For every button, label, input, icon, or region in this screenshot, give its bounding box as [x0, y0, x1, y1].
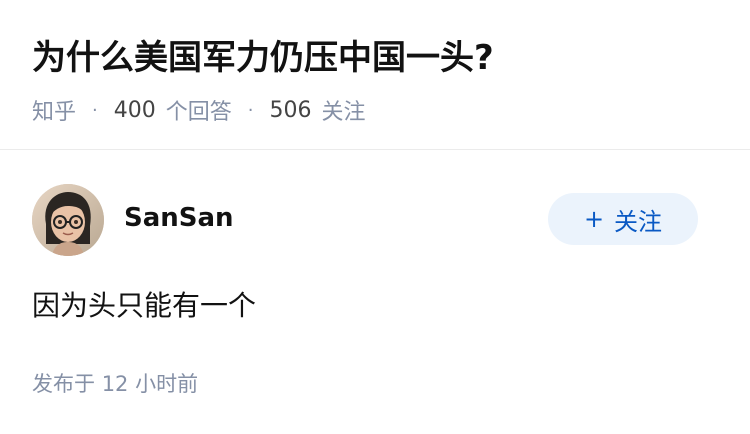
- question-meta: 知乎 · 400 个回答 · 506 关注: [32, 95, 366, 126]
- time-value: 12 小时前: [101, 372, 199, 396]
- question-header: 为什么美国军力仍压中国一头? 知乎 · 400 个回答 · 506 关注: [0, 0, 750, 150]
- author-name[interactable]: SanSan: [124, 201, 234, 235]
- answer-time: 发布于 12 小时前: [32, 370, 198, 398]
- answer-card: SanSan + 关注 因为头只能有一个 发布于 12 小时前: [0, 151, 750, 434]
- avatar-image: [32, 184, 104, 256]
- follower-count: 506: [269, 97, 312, 123]
- plus-icon: +: [583, 205, 605, 233]
- answer-content[interactable]: 因为头只能有一个: [32, 288, 256, 324]
- answer-count: 400: [113, 97, 156, 123]
- follow-button-label: 关注: [614, 207, 663, 236]
- question-title[interactable]: 为什么美国军力仍压中国一头?: [32, 36, 494, 80]
- meta-separator: ·: [247, 99, 254, 121]
- source-label: 知乎: [32, 100, 77, 125]
- meta-separator: ·: [92, 99, 98, 121]
- time-label: 发布于: [32, 372, 95, 396]
- answer-count-label: 个回答: [165, 100, 232, 125]
- avatar[interactable]: [32, 184, 104, 256]
- follow-button[interactable]: + 关注: [548, 193, 698, 245]
- follower-count-label: 关注: [321, 100, 366, 125]
